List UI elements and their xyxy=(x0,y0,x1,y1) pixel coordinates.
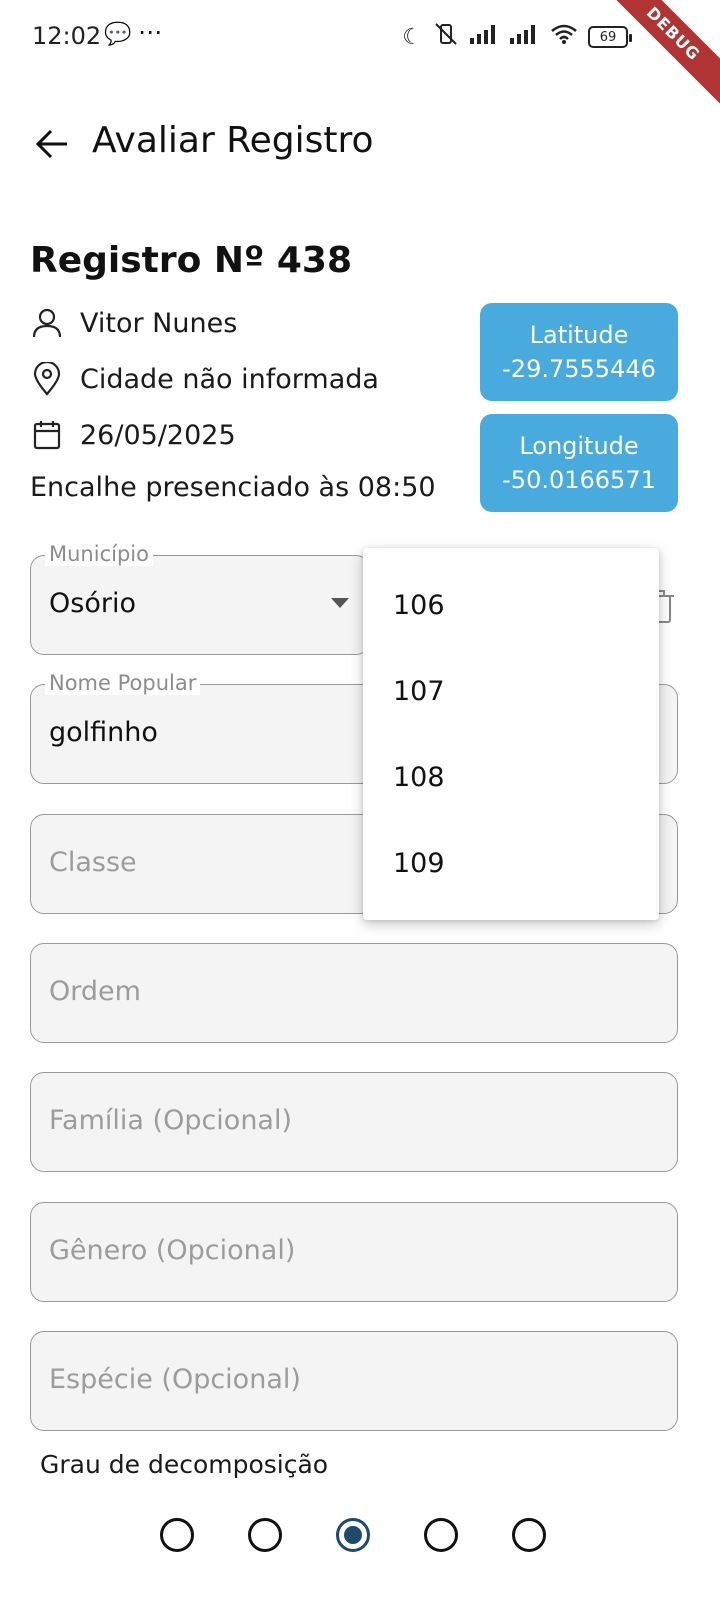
battery-icon: 69 xyxy=(588,26,632,48)
familia-field[interactable]: Família (Opcional) xyxy=(30,1072,678,1172)
more-notifications-icon: ⋯ xyxy=(138,18,162,46)
status-time: 12:02 xyxy=(32,22,102,50)
sighting-time: Encalhe presenciado às 08:50 xyxy=(30,472,436,503)
record-title: Registro Nº 438 xyxy=(30,240,353,281)
user-row: Vitor Nunes xyxy=(30,306,237,340)
decomposition-radio-5[interactable] xyxy=(512,1518,546,1552)
signal-2-icon xyxy=(510,24,540,50)
genero-field[interactable]: Gênero (Opcional) xyxy=(30,1202,678,1302)
menu-item-108[interactable]: 108 xyxy=(363,734,659,820)
nome-popular-value: golfinho xyxy=(49,717,158,748)
user-name: Vitor Nunes xyxy=(80,307,238,339)
location-pin-icon xyxy=(30,362,64,396)
menu-item-109[interactable]: 109 xyxy=(363,820,659,906)
city-row: Cidade não informada xyxy=(30,362,379,396)
decomposition-radio-1[interactable] xyxy=(160,1518,194,1552)
ordem-field[interactable]: Ordem xyxy=(30,943,678,1043)
decomposition-radio-2[interactable] xyxy=(248,1518,282,1552)
page-title: Avaliar Registro xyxy=(92,120,374,161)
wifi-icon xyxy=(550,23,578,51)
ordem-placeholder: Ordem xyxy=(49,976,141,1007)
especie-placeholder: Espécie (Opcional) xyxy=(49,1364,301,1395)
longitude-label: Longitude xyxy=(519,432,639,460)
latitude-value: -29.7555446 xyxy=(502,355,656,383)
longitude-chip[interactable]: Longitude -50.0166571 xyxy=(480,414,678,512)
city-name: Cidade não informada xyxy=(80,363,379,395)
decomposition-label: Grau de decomposição xyxy=(40,1450,329,1479)
menu-item-107[interactable]: 107 xyxy=(363,648,659,734)
municipio-value: Osório xyxy=(49,588,136,619)
municipio-dropdown[interactable]: Município Osório xyxy=(30,542,370,655)
municipio-label: Município xyxy=(45,542,153,566)
familia-placeholder: Família (Opcional) xyxy=(49,1105,293,1136)
longitude-value: -50.0166571 xyxy=(502,466,656,494)
latitude-label: Latitude xyxy=(529,321,629,349)
radio-selected-dot xyxy=(344,1526,362,1544)
decomposition-radio-3[interactable] xyxy=(336,1518,370,1552)
vibrate-off-icon xyxy=(432,22,460,52)
status-bar: 12:02 💬 ⋯ ☾ 69 DEBUG xyxy=(0,0,720,113)
latitude-chip[interactable]: Latitude -29.7555446 xyxy=(480,303,678,401)
genero-placeholder: Gênero (Opcional) xyxy=(49,1235,296,1266)
record-date: 26/05/2025 xyxy=(80,419,236,451)
dropdown-menu: 106 107 108 109 xyxy=(363,548,659,920)
do-not-disturb-icon: ☾ xyxy=(402,24,422,50)
especie-field[interactable]: Espécie (Opcional) xyxy=(30,1331,678,1431)
nome-popular-label: Nome Popular xyxy=(45,671,201,695)
back-arrow-icon[interactable] xyxy=(30,120,74,168)
decomposition-radio-4[interactable] xyxy=(424,1518,458,1552)
signal-icon xyxy=(470,24,500,50)
decomposition-radio-group xyxy=(160,1518,546,1552)
classe-placeholder: Classe xyxy=(49,847,137,878)
dropdown-caret-icon xyxy=(331,598,349,608)
person-icon xyxy=(30,306,64,340)
message-icon: 💬 xyxy=(104,22,132,47)
menu-item-106[interactable]: 106 xyxy=(363,562,659,648)
date-row: 26/05/2025 xyxy=(30,418,236,452)
status-icons: ☾ 69 xyxy=(402,22,632,52)
debug-ribbon: DEBUG xyxy=(594,0,720,113)
calendar-icon xyxy=(30,418,64,452)
